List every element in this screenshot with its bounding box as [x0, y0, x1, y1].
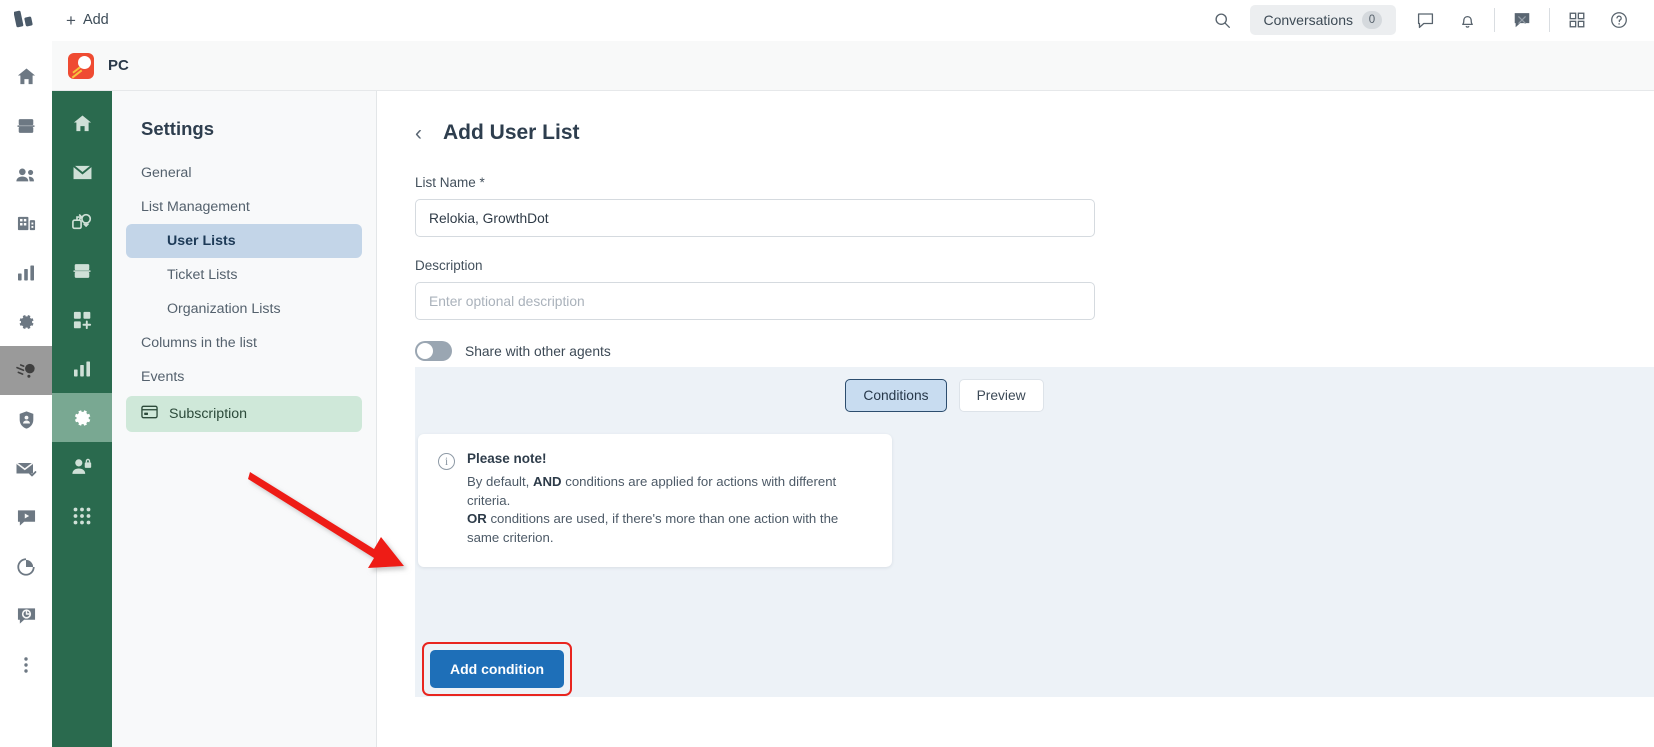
- list-name-label: List Name *: [415, 175, 485, 190]
- rail-item-reports[interactable]: [0, 248, 52, 297]
- green-item-mail[interactable]: [52, 148, 112, 197]
- note-line-2: OR conditions are used, if there's more …: [467, 510, 872, 547]
- main-content: ‹ Add User List List Name * Description …: [377, 91, 1654, 747]
- settings-title: Settings: [141, 118, 214, 139]
- pc-workspace-logo: [68, 52, 94, 79]
- app-logo-icon[interactable]: [0, 0, 52, 41]
- note-line-2-bold: OR: [467, 511, 487, 527]
- settings-item-ticket-lists[interactable]: Ticket Lists: [126, 258, 362, 292]
- rail-item-home[interactable]: [0, 52, 52, 101]
- please-note-box: i Please note! By default, AND condition…: [418, 434, 892, 567]
- add-button-label: Add: [82, 12, 109, 28]
- chat-bubble-icon[interactable]: [1404, 0, 1446, 41]
- toolbar-divider-2: [1549, 8, 1550, 32]
- workspace-name: PC: [108, 57, 129, 74]
- toolbar-divider: [1494, 8, 1495, 32]
- settings-item-events[interactable]: Events: [126, 360, 362, 394]
- left-icon-rail: [0, 41, 52, 747]
- rail-item-video[interactable]: [0, 493, 52, 542]
- note-line-1: By default, AND conditions are applied f…: [467, 473, 872, 510]
- green-item-home[interactable]: [52, 99, 112, 148]
- add-button[interactable]: + Add: [66, 12, 109, 29]
- note-text-block: Please note! By default, AND conditions …: [467, 451, 872, 548]
- description-label: Description: [415, 258, 483, 273]
- bell-icon[interactable]: [1446, 0, 1488, 41]
- green-item-lists[interactable]: [52, 246, 112, 295]
- rail-item-mail[interactable]: [0, 444, 52, 493]
- add-condition-highlight: Add condition: [422, 642, 573, 696]
- grid-apps-icon[interactable]: [1556, 0, 1598, 41]
- green-item-apps-add[interactable]: [52, 295, 112, 344]
- share-with-other-agents-toggle[interactable]: [415, 341, 452, 361]
- description-input[interactable]: [415, 282, 1095, 320]
- top-bar: + Add Conversations 0: [0, 0, 1654, 41]
- help-circle-icon[interactable]: [1598, 0, 1640, 41]
- plus-icon: +: [66, 10, 76, 30]
- tab-conditions[interactable]: Conditions: [845, 379, 947, 412]
- chevron-left-icon[interactable]: ‹: [415, 123, 422, 144]
- settings-item-list-management[interactable]: List Management: [126, 190, 362, 224]
- add-condition-button[interactable]: Add condition: [430, 650, 565, 688]
- green-item-permissions[interactable]: [52, 442, 112, 491]
- credit-card-icon: [141, 405, 158, 423]
- settings-panel: Settings General List Management User Li…: [112, 91, 377, 747]
- green-item-automation[interactable]: [52, 197, 112, 246]
- search-icon[interactable]: [1202, 0, 1244, 41]
- green-item-apps[interactable]: [52, 491, 112, 540]
- workspace-header: PC: [52, 41, 1654, 91]
- rail-item-comet[interactable]: [0, 346, 52, 395]
- note-line-2-post: conditions are used, if there's more tha…: [467, 511, 839, 546]
- rail-item-security[interactable]: [0, 395, 52, 444]
- rail-item-feedback[interactable]: [0, 591, 52, 640]
- share-toggle-label: Share with other agents: [465, 343, 611, 359]
- rail-item-organizations[interactable]: [0, 199, 52, 248]
- application-window: + Add Conversations 0 PC Settings Genera…: [0, 0, 1654, 747]
- settings-item-columns-in-the-list[interactable]: Columns in the list: [126, 326, 362, 360]
- settings-item-user-lists[interactable]: User Lists: [126, 224, 362, 258]
- share-toggle-row: Share with other agents: [415, 341, 1654, 361]
- user-list-form: List Name * Description Share with other…: [377, 145, 1654, 361]
- conversations-pill[interactable]: Conversations 0: [1249, 5, 1396, 35]
- settings-item-subscription-label: Subscription: [169, 406, 248, 422]
- conversations-count-badge: 0: [1362, 11, 1382, 29]
- settings-item-organization-lists[interactable]: Organization Lists: [126, 292, 362, 326]
- rail-item-analytics[interactable]: [0, 542, 52, 591]
- conversations-label: Conversations: [1263, 12, 1354, 28]
- conditions-tab-group: Conditions Preview: [415, 367, 1654, 412]
- rail-item-more[interactable]: [0, 640, 52, 689]
- messenger-icon[interactable]: [1501, 0, 1543, 41]
- rail-item-customers[interactable]: [0, 150, 52, 199]
- settings-item-subscription[interactable]: Subscription: [126, 396, 362, 432]
- list-name-input[interactable]: [415, 199, 1095, 237]
- rail-item-settings[interactable]: [0, 297, 52, 346]
- page-title: Add User List: [443, 121, 580, 144]
- conditions-panel: Conditions Preview i Please note! By def…: [415, 367, 1654, 697]
- page-header: ‹ Add User List: [377, 121, 1654, 145]
- toggle-knob: [417, 343, 433, 359]
- note-line-1-pre: By default,: [467, 474, 533, 489]
- rail-item-tickets[interactable]: [0, 101, 52, 150]
- note-line-1-bold: AND: [532, 474, 562, 489]
- green-item-settings[interactable]: [52, 393, 112, 442]
- note-title: Please note!: [467, 451, 547, 466]
- green-item-reports[interactable]: [52, 344, 112, 393]
- green-sidebar: [52, 91, 112, 747]
- top-bar-actions: Conversations 0: [1202, 0, 1654, 41]
- info-icon: i: [438, 453, 455, 470]
- settings-item-general[interactable]: General: [126, 156, 362, 190]
- tab-preview[interactable]: Preview: [958, 379, 1044, 412]
